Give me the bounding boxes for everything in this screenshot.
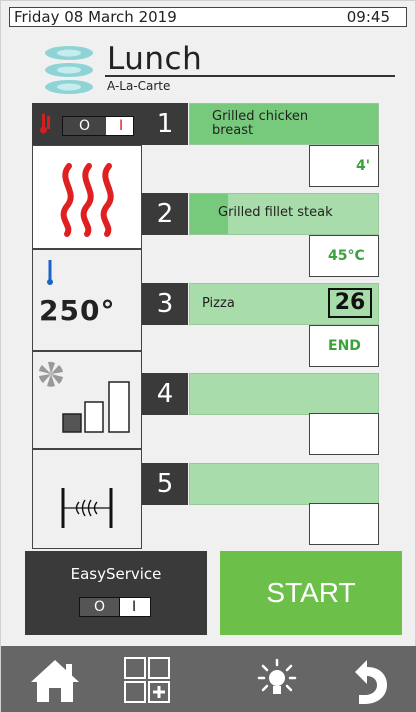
step-value-box[interactable] [309, 503, 379, 545]
start-button[interactable]: START [220, 551, 402, 635]
step-bar[interactable]: Grilled chicken breast [189, 103, 379, 145]
back-button[interactable] [341, 656, 397, 706]
step-bar[interactable] [189, 463, 379, 505]
stacked-plates-icon [45, 46, 93, 94]
step-bar[interactable] [189, 373, 379, 415]
step-bar[interactable]: Grilled fillet steak [189, 193, 379, 235]
easyservice-panel[interactable]: EasyService O I [25, 551, 207, 635]
thermometer-red-icon [39, 113, 53, 140]
easyservice-switch[interactable]: O I [79, 597, 151, 617]
home-icon [31, 660, 79, 702]
easyservice-label: EasyService [70, 565, 162, 583]
status-date: Friday 08 March 2019 [14, 8, 177, 26]
step-value-text: END [328, 338, 361, 354]
steam-damper-icon [61, 488, 113, 528]
step-name: Grilled fillet steak [218, 205, 333, 220]
step-bar[interactable]: Pizza 26 [189, 283, 379, 325]
programs-grid-button[interactable] [119, 656, 175, 706]
temperature-value: 250° [39, 294, 116, 327]
light-button[interactable] [249, 656, 305, 706]
step-value-box[interactable] [309, 413, 379, 455]
steam-damper-tile[interactable] [32, 449, 142, 549]
step-number: 3 [142, 283, 188, 325]
light-bulb-icon [257, 658, 297, 694]
thermometer-blue-icon [47, 260, 53, 285]
step-name: Pizza [202, 296, 235, 311]
step-number: 2 [142, 193, 188, 235]
switch-on-label: I [119, 118, 124, 134]
program-subtitle: A-La-Carte [107, 79, 171, 93]
step-end-value[interactable]: END [309, 325, 379, 367]
heating-mode-tile[interactable] [32, 145, 142, 249]
back-arrow-icon [355, 660, 387, 704]
status-time: 09:45 [346, 8, 390, 26]
step-value-text: 4' [355, 158, 370, 174]
step-name: Grilled chicken breast [212, 109, 309, 138]
add-program-grid-icon [124, 657, 170, 703]
switch-on-label: I [132, 599, 137, 615]
step-number: 4 [142, 373, 188, 415]
switch-off-label: O [63, 117, 107, 135]
temperature-tile[interactable]: 250° [32, 249, 142, 351]
step-number: 1 [142, 103, 188, 145]
switch-off-label: O [80, 598, 120, 616]
status-bar: Friday 08 March 2019 09:45 [9, 7, 407, 27]
fan-speed-icon [39, 361, 130, 433]
title-underline [105, 75, 395, 77]
oven-screen: Friday 08 March 2019 09:45 Lunch A-La-Ca… [0, 0, 416, 712]
step-core-temp-value[interactable]: 45°C [309, 235, 379, 277]
step-number: 5 [142, 463, 188, 505]
program-title: Lunch [107, 41, 203, 77]
program-header: Lunch A-La-Carte [37, 39, 397, 101]
step-value-text: 45°C [328, 248, 365, 264]
step-countdown: 26 [328, 288, 372, 318]
heat-toggle-tile[interactable]: O I [32, 103, 142, 145]
step-time-value[interactable]: 4' [309, 145, 379, 187]
fan-speed-tile[interactable] [32, 351, 142, 449]
home-button[interactable] [27, 656, 83, 706]
heat-waves-icon [60, 163, 114, 237]
bottom-nav-bar [1, 646, 416, 712]
heat-toggle-switch[interactable]: O I [62, 116, 134, 136]
